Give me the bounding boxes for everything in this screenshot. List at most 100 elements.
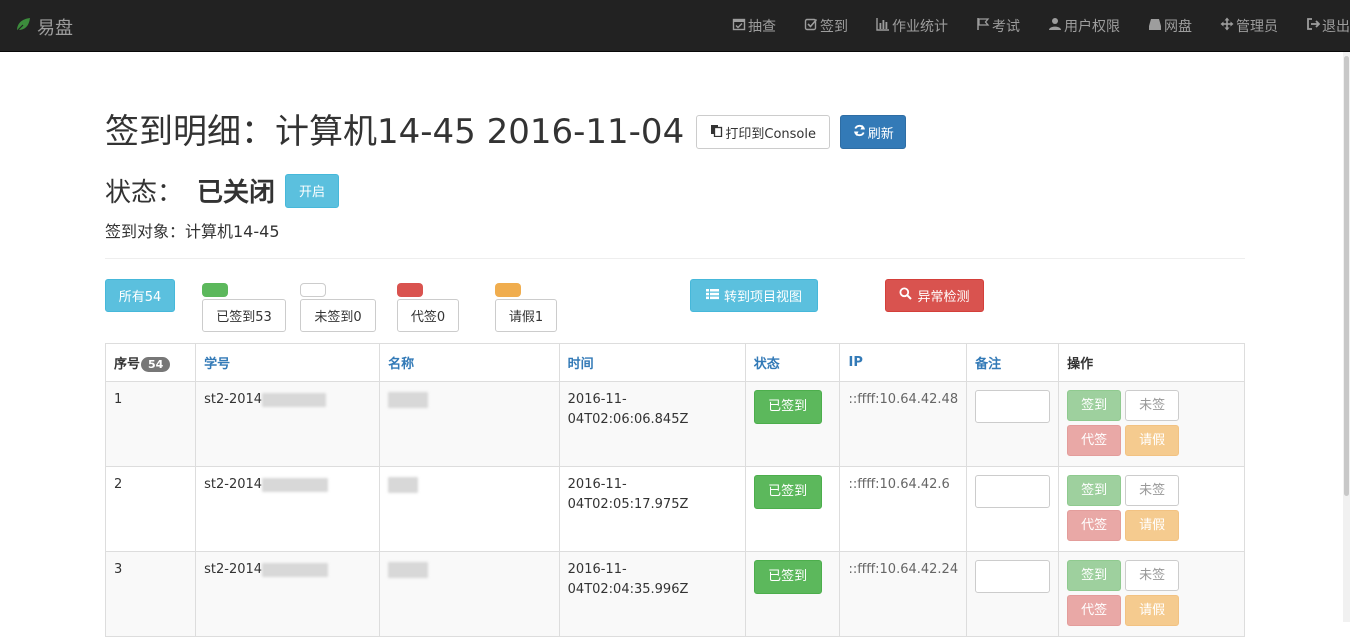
scrollbar-thumb[interactable] [1344,56,1349,496]
table-row: 3 st2-2014 2016-11- 04T02:04:35.996Z 已签到 … [104,551,1245,637]
leaf-icon [14,16,37,39]
col-ops-label: 操作 [1067,357,1094,372]
page-title: 签到明细：计算机14-45 2016-11-04 [105,112,685,152]
unsigned-color-swatch [300,283,326,297]
nav-item-sign-in[interactable]: 签到 [790,0,862,52]
leave-button[interactable]: 请假 [1125,510,1180,541]
proxy-button[interactable]: 代签 [1067,510,1122,541]
col-note-label[interactable]: 备注 [975,357,1001,372]
time-clock: 04T02:05:17.975Z [567,497,689,512]
col-status-label[interactable]: 状态 [754,357,780,372]
sign-button[interactable]: 签到 [1067,475,1122,506]
col-note[interactable]: 备注 [966,343,1060,382]
redacted-name [388,476,419,493]
cell-student-id: st2-2014 [195,381,381,467]
cell-ops: 签到 未签 代签 请假 [1058,381,1245,467]
col-name-label[interactable]: 名称 [388,357,414,372]
col-ip[interactable]: IP [839,343,968,382]
cell-name [379,381,560,467]
unsign-button[interactable]: 未签 [1125,560,1180,591]
cell-ops: 签到 未签 代签 请假 [1058,466,1245,552]
bar-chart-icon [876,17,892,35]
print-to-console-label: 打印到Console [725,126,816,142]
anomaly-detection-label: 异常检测 [917,290,970,305]
divider [105,258,1245,259]
open-button[interactable]: 开启 [285,173,340,208]
nav-menu: 抽查 签到 作业统计 考试 用户权限 网盘 管理员 退出 [718,0,1350,52]
col-ops: 操作 [1058,343,1245,382]
brand-label: 易盘 [37,18,73,39]
proxy-color-swatch [397,283,423,297]
cell-note [966,551,1060,637]
cell-name [379,466,560,552]
leave-button[interactable]: 请假 [1125,425,1180,456]
proxy-button[interactable]: 代签 [1067,425,1122,456]
cell-student-id: st2-2014 [195,551,381,637]
move-icon [1220,17,1236,35]
title-row: 签到明细：计算机14-45 2016-11-04 打印到Console 刷新 [105,110,907,154]
status-signed-button[interactable]: 已签到 [753,390,822,424]
note-input[interactable] [975,390,1051,423]
note-input[interactable] [975,475,1051,508]
sign-button[interactable]: 签到 [1067,390,1122,421]
nav-label: 签到 [820,19,848,35]
signin-table: 序号 54 学号 名称 时间 状态 IP 备注 操作 1 st2-2014 201… [104,343,1245,637]
nav-item-netdisk[interactable]: 网盘 [1134,0,1206,52]
col-index[interactable]: 序号 54 [104,343,197,382]
cell-time: 2016-11- 04T02:05:17.975Z [558,466,746,552]
flag-icon [976,17,992,35]
cell-note [966,381,1060,467]
print-to-console-button[interactable]: 打印到Console [696,115,831,149]
cell-student-id: st2-2014 [195,466,381,552]
redacted-id [262,562,329,577]
project-view-button[interactable]: 转到项目视图 [690,279,818,312]
cell-index: 3 [104,551,197,637]
col-index-label: 序号 [114,357,141,372]
nav-item-homework-stats[interactable]: 作业统计 [862,0,962,52]
filter-leave-button[interactable]: 请假1 [495,299,557,332]
anomaly-detection-button[interactable]: 异常检测 [885,279,984,312]
sign-target: 签到对象：计算机14-45 [105,222,280,241]
leave-button[interactable]: 请假 [1125,595,1180,626]
time-date: 2016-11- [567,562,627,577]
col-name[interactable]: 名称 [379,343,560,382]
time-clock: 04T02:04:35.996Z [567,582,689,597]
col-student-id[interactable]: 学号 [195,343,381,382]
nav-label: 管理员 [1236,19,1278,35]
nav-item-exam[interactable]: 考试 [962,0,1034,52]
proxy-button[interactable]: 代签 [1067,595,1122,626]
nav-item-admin[interactable]: 管理员 [1206,0,1292,52]
brand[interactable]: 易盘 [14,14,73,40]
sign-button[interactable]: 签到 [1067,560,1122,591]
nav-label: 抽查 [748,19,776,35]
time-clock: 04T02:06:06.845Z [567,412,689,427]
col-time[interactable]: 时间 [558,343,746,382]
top-navbar: 易盘 抽查 签到 作业统计 考试 用户权限 网盘 管理员 退出 [0,0,1350,52]
filter-unsigned-button[interactable]: 未签到0 [300,299,376,332]
status-value: 已关闭 [197,178,276,208]
unsign-button[interactable]: 未签 [1125,475,1180,506]
col-ip-label[interactable]: IP [848,355,862,370]
student-id-prefix: st2-2014 [204,477,263,492]
filter-signed-button[interactable]: 已签到53 [202,299,286,332]
cell-ops: 签到 未签 代签 请假 [1058,551,1245,637]
refresh-button[interactable]: 刷新 [840,115,907,149]
filter-proxy-button[interactable]: 代签0 [397,299,459,332]
unsign-button[interactable]: 未签 [1125,390,1180,421]
project-view-label: 转到项目视图 [723,290,802,305]
cell-name [379,551,560,637]
note-input[interactable] [975,560,1051,593]
nav-label: 作业统计 [892,19,948,35]
col-student-id-label[interactable]: 学号 [204,357,230,372]
nav-item-logout[interactable]: 退出 [1292,0,1350,52]
col-status[interactable]: 状态 [744,343,841,382]
nav-item-spot-check[interactable]: 抽查 [718,0,790,52]
col-time-label[interactable]: 时间 [568,357,594,372]
leave-color-swatch [495,283,521,297]
table-row: 1 st2-2014 2016-11- 04T02:06:06.845Z 已签到 … [104,381,1245,467]
status-signed-button[interactable]: 已签到 [753,560,822,594]
redacted-name [388,391,429,408]
nav-item-user-permissions[interactable]: 用户权限 [1034,0,1134,52]
status-signed-button[interactable]: 已签到 [753,475,822,509]
filter-all-button[interactable]: 所有54 [105,279,175,312]
